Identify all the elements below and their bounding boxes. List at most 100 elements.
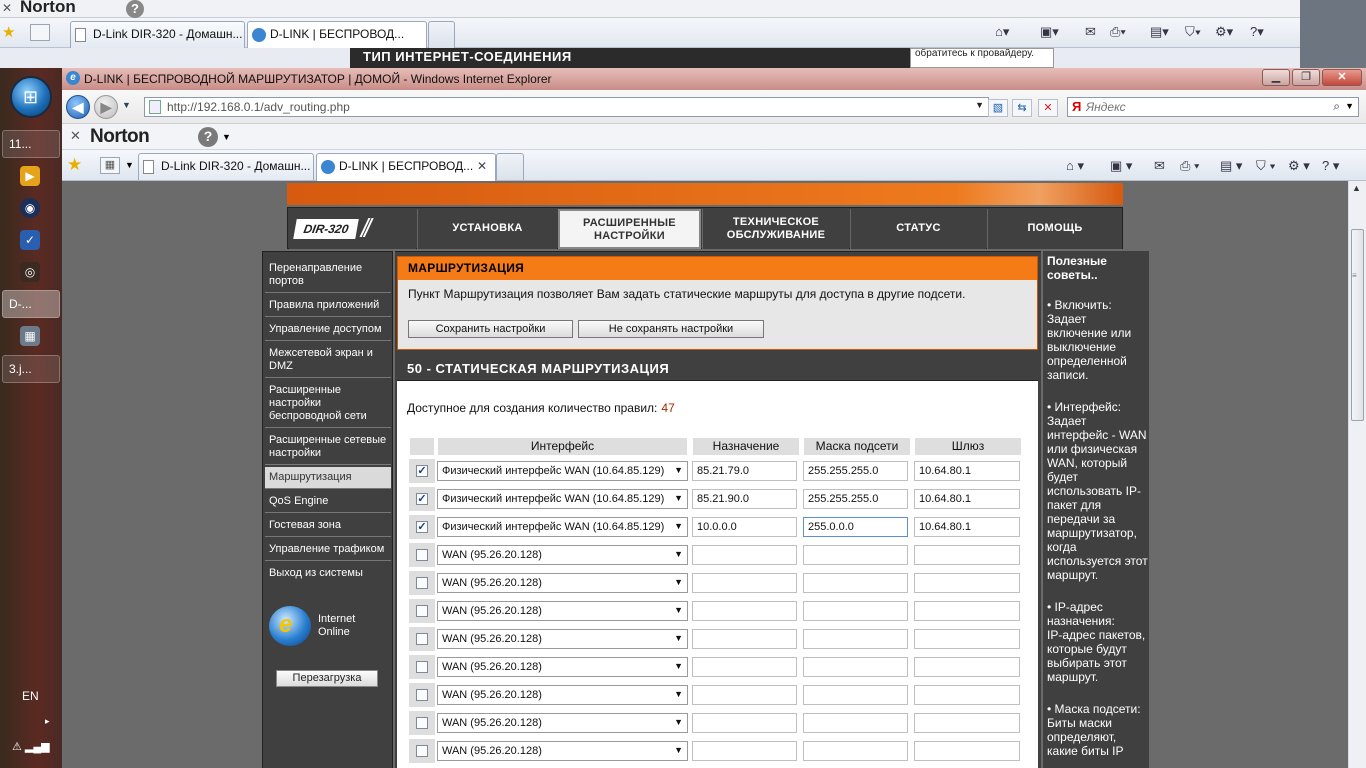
back-button[interactable]: ◀ <box>66 95 90 119</box>
subnet-mask-input[interactable] <box>803 713 908 733</box>
destination-input[interactable] <box>692 713 797 733</box>
scrollbar-thumb[interactable] <box>1351 229 1364 421</box>
destination-input[interactable] <box>692 517 797 537</box>
subnet-mask-input[interactable] <box>803 685 908 705</box>
close-icon[interactable]: ✕ <box>2 1 12 15</box>
menu-item-guest-zone[interactable]: Гостевая зона <box>265 515 391 537</box>
print-icon[interactable]: ⎙ ▾ <box>1180 158 1199 174</box>
destination-input[interactable] <box>692 461 797 481</box>
webcam-icon[interactable]: ◎ <box>20 262 40 282</box>
history-dropdown-icon[interactable]: ▼ <box>122 100 131 110</box>
tools-gear-icon[interactable]: ⚙ ▾ <box>1288 158 1310 174</box>
enable-checkbox[interactable] <box>416 549 428 561</box>
subnet-mask-input[interactable] <box>803 657 908 677</box>
search-field[interactable]: Я ⌕ ▼ <box>1067 97 1359 117</box>
subnet-mask-input[interactable] <box>803 741 908 761</box>
home-icon[interactable]: ⌂▾ <box>995 24 1009 40</box>
gateway-input[interactable] <box>914 601 1020 621</box>
nav-tab-advanced[interactable]: РАСШИРЕННЫЕ НАСТРОЙКИ <box>558 209 701 249</box>
tab-list-dropdown-icon[interactable]: ▼ <box>125 160 134 170</box>
menu-item-traffic-control[interactable]: Управление трафиком <box>265 539 391 561</box>
subnet-mask-input[interactable] <box>803 489 908 509</box>
destination-input[interactable] <box>692 545 797 565</box>
feeds-icon[interactable]: ▣ ▾ <box>1110 158 1132 174</box>
tab-dlink-wireless[interactable]: D-LINK | БЕСПРОВОД... ✕ <box>316 153 496 181</box>
subnet-mask-input[interactable] <box>803 517 908 537</box>
interface-select[interactable]: WAN (95.26.20.128) ▼ <box>437 545 688 565</box>
background-tab-dlink-home[interactable]: D-Link DIR-320 - Домашн... <box>70 21 245 48</box>
taskbar-item-ie[interactable]: D-... <box>2 290 60 318</box>
enable-checkbox[interactable]: ✓ <box>416 521 428 533</box>
favorites-star-icon[interactable]: ★ <box>67 155 82 175</box>
forward-button[interactable]: ▶ <box>94 95 118 119</box>
calculator-icon[interactable]: ▦ <box>20 326 40 346</box>
stop-icon[interactable]: ✕ <box>1038 99 1058 117</box>
help-icon[interactable]: ? <box>198 127 218 147</box>
close-tab-icon[interactable]: ✕ <box>477 159 487 173</box>
interface-select[interactable]: WAN (95.26.20.128) ▼ <box>437 629 688 649</box>
enable-checkbox[interactable] <box>416 577 428 589</box>
minimize-button[interactable]: ▁ <box>1262 69 1290 86</box>
gateway-input[interactable] <box>914 741 1020 761</box>
gateway-input[interactable] <box>914 517 1020 537</box>
menu-item-routing[interactable]: Маршрутизация <box>265 467 391 489</box>
scroll-up-icon[interactable]: ▲ <box>1352 183 1361 193</box>
search-icon[interactable]: ⌕ <box>1333 99 1340 114</box>
subnet-mask-input[interactable] <box>803 461 908 481</box>
page-menu-icon[interactable]: ▤ ▾ <box>1220 158 1242 174</box>
enable-checkbox[interactable] <box>416 717 428 729</box>
nav-tab-status[interactable]: СТАТУС <box>850 209 986 249</box>
taskbar-item-folder[interactable]: 11... <box>2 130 60 158</box>
close-button[interactable]: ✕ <box>1322 69 1362 86</box>
safety-icon[interactable]: ⛉ ▾ <box>1256 158 1276 174</box>
help-menu-icon[interactable]: ? ▾ <box>1322 158 1339 174</box>
enable-checkbox[interactable] <box>416 605 428 617</box>
language-indicator[interactable]: EN <box>22 689 39 703</box>
destination-input[interactable] <box>692 629 797 649</box>
vertical-scrollbar[interactable]: ▲ ≡ <box>1348 181 1366 768</box>
close-toolbar-icon[interactable]: ✕ <box>70 128 81 144</box>
maximize-button[interactable]: ❐ <box>1292 69 1320 86</box>
subnet-mask-input[interactable] <box>803 573 908 593</box>
interface-select[interactable]: WAN (95.26.20.128) ▼ <box>437 713 688 733</box>
nav-tab-maintenance[interactable]: ТЕХНИЧЕСКОЕ ОБСЛУЖИВАНИЕ <box>702 209 849 249</box>
home-icon[interactable]: ⌂ ▾ <box>1066 158 1084 174</box>
help-dropdown-icon[interactable]: ▼ <box>222 132 231 142</box>
gateway-input[interactable] <box>914 713 1020 733</box>
background-tab-dlink-wireless[interactable]: D-LINK | БЕСПРОВОД... <box>247 21 427 49</box>
gateway-input[interactable] <box>914 545 1020 565</box>
destination-input[interactable] <box>692 685 797 705</box>
quick-tabs-icon[interactable] <box>30 24 50 41</box>
mail-icon[interactable]: ✉ <box>1154 158 1165 174</box>
refresh-icon[interactable]: ⇆ <box>1012 99 1032 117</box>
start-button[interactable]: ⊞ <box>10 76 52 118</box>
menu-item-app-rules[interactable]: Правила приложений <box>265 295 391 317</box>
interface-select[interactable]: Физический интерфейс WAN (10.64.85.129) ▼ <box>437 517 688 537</box>
compatibility-view-icon[interactable]: ▧ <box>988 99 1008 117</box>
gateway-input[interactable] <box>914 685 1020 705</box>
feeds-icon[interactable]: ▣▾ <box>1040 24 1059 40</box>
url-dropdown-icon[interactable]: ▼ <box>975 100 984 110</box>
menu-item-firewall-dmz[interactable]: Межсетевой экран и DMZ <box>265 343 391 378</box>
subnet-mask-input[interactable] <box>803 601 908 621</box>
enable-checkbox[interactable] <box>416 633 428 645</box>
new-tab-button[interactable] <box>496 153 524 180</box>
gateway-input[interactable] <box>914 657 1020 677</box>
page-menu-icon[interactable]: ▤▾ <box>1150 24 1169 40</box>
safety-icon[interactable]: ⛉▾ <box>1185 24 1201 40</box>
destination-input[interactable] <box>692 741 797 761</box>
help-icon[interactable]: ? <box>126 0 144 18</box>
url-input[interactable] <box>167 99 967 115</box>
quick-tabs-icon[interactable]: ▦ <box>100 157 120 174</box>
mail-icon[interactable]: ✉ <box>1085 24 1096 40</box>
print-icon[interactable]: ⎙▾ <box>1110 24 1126 40</box>
search-input[interactable] <box>1086 99 1316 115</box>
background-new-tab-button[interactable] <box>428 21 455 48</box>
favorites-star-icon[interactable]: ★ <box>2 23 15 41</box>
reboot-button[interactable]: Перезагрузка <box>276 670 378 687</box>
gateway-input[interactable] <box>914 629 1020 649</box>
tab-dlink-home[interactable]: D-Link DIR-320 - Домашн... <box>138 153 314 180</box>
dont-save-button[interactable]: Не сохранять настройки <box>578 320 764 338</box>
enable-checkbox[interactable]: ✓ <box>416 465 428 477</box>
enable-checkbox[interactable] <box>416 745 428 757</box>
